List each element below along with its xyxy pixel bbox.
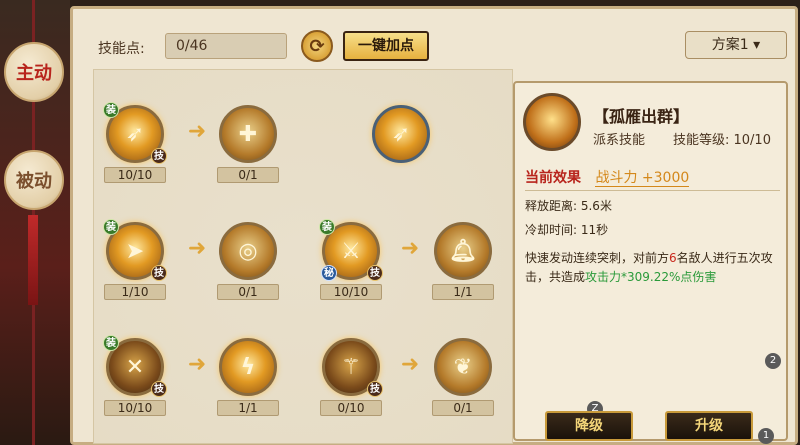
upgrade-button[interactable]: 升级	[665, 411, 753, 441]
skill-description: 快速发动连续突刺，对前方6名敌人进行五次攻击，共造成攻击力*309.22%点伤害	[525, 249, 783, 287]
arrow-right-icon: ➜	[187, 236, 207, 261]
skill-badge: 技	[151, 381, 167, 397]
auto-add-button[interactable]: 一键加点	[343, 31, 429, 61]
skill-detail-panel: 【孤雁出群】 派系技能 技能等级: 10/10 当前效果 战斗力 +3000 释…	[513, 81, 788, 444]
secret-badge: 秘	[321, 265, 337, 281]
desc-text: 快速发动连续突刺，对前方	[525, 251, 670, 265]
spear-icon: ➶	[391, 121, 411, 147]
scheme-select[interactable]: 方案1 ▾	[685, 31, 787, 59]
skill-level: 0/1	[217, 167, 279, 183]
skill-orb-icon[interactable]: ⚚ 技	[322, 338, 383, 397]
skill-orb-icon[interactable]: ✚	[219, 105, 277, 163]
skill-node[interactable]: ◎ 0/1	[217, 222, 279, 300]
equip-badge: 装	[103, 219, 119, 235]
skill-type: 派系技能	[593, 133, 646, 148]
reset-icon[interactable]: ⟳	[301, 30, 333, 62]
selected-skill-icon	[523, 93, 581, 151]
skill-node[interactable]: ✕ 装 技 10/10	[103, 335, 167, 416]
skill-cooldown: 冷却时间: 11秒	[525, 223, 609, 237]
skill-level: 1/1	[217, 400, 279, 416]
skill-orb-icon[interactable]: ⚔ 装 秘 技	[319, 219, 383, 281]
skill-level: 0/1	[432, 400, 494, 416]
skill-node[interactable]: ➶	[372, 105, 432, 163]
skill-level: 10/10	[320, 284, 382, 300]
skill-orb-icon[interactable]: ❦	[434, 338, 492, 396]
skill-points-label: 技能点:	[98, 41, 145, 57]
tassel-decoration	[28, 215, 38, 305]
skill-orb-icon[interactable]: ◎	[219, 222, 277, 280]
hint-badge: 2	[765, 353, 781, 369]
skill-orb-icon[interactable]: ➤ 装 技	[103, 219, 167, 281]
skill-orb-icon[interactable]: ϟ	[219, 338, 277, 396]
skill-badge: 技	[151, 148, 167, 164]
phoenix-icon: ❦	[453, 354, 473, 380]
skill-node[interactable]: ϟ 1/1	[217, 338, 279, 416]
skill-level: 0/1	[217, 284, 279, 300]
arrow-right-icon: ➜	[400, 236, 420, 261]
skill-range: 释放距离: 5.6米	[525, 199, 612, 213]
skill-title: 【孤雁出群】	[593, 107, 690, 126]
equip-badge: 装	[319, 219, 335, 235]
skill-node[interactable]: ⚔ 装 秘 技 10/10	[319, 219, 383, 300]
skill-panel: 技能点: 0/46 ⟳ 一键加点 方案1 ▾ ➶ 装 技 10/10 ➜ ✚ 0…	[70, 6, 798, 445]
plus-icon: ✚	[238, 121, 258, 147]
skill-orb-icon[interactable]: ➶	[372, 105, 430, 163]
skill-node[interactable]: ⚚ 技 0/10	[320, 338, 383, 416]
skill-orb-icon[interactable]: ✕ 装 技	[103, 335, 167, 397]
bell-icon: 🔔︎	[449, 238, 477, 264]
skill-level: 10/10	[104, 167, 166, 183]
equip-badge: 装	[103, 102, 119, 118]
skill-level: 1/1	[432, 284, 494, 300]
skill-node[interactable]: ➤ 装 技 1/10	[103, 219, 167, 300]
skill-orb-icon[interactable]: 🔔︎	[434, 222, 492, 280]
orb-icon: ◎	[238, 238, 258, 264]
skill-level: 1/10	[104, 284, 166, 300]
skill-level: 10/10	[104, 400, 166, 416]
skill-tree: ➶ 装 技 10/10 ➜ ✚ 0/1 ➶ ➤ 装 技 1/10 ➜ ◎ 0/1…	[93, 69, 513, 444]
skill-level-label: 技能等级: 10/10	[673, 133, 771, 148]
desc-enemy-count: 6	[669, 251, 677, 265]
skill-node[interactable]: ❦ 0/1	[432, 338, 494, 416]
skill-orb-icon[interactable]: ➶ 装 技	[103, 102, 167, 164]
equip-badge: 装	[103, 335, 119, 351]
lightning-icon: ϟ	[240, 354, 256, 380]
tab-active-skills[interactable]: 主动	[4, 42, 64, 102]
downgrade-button[interactable]: 降级	[545, 411, 633, 441]
skill-badge: 技	[151, 265, 167, 281]
top-bar: 技能点: 0/46 ⟳ 一键加点 方案1 ▾	[73, 9, 795, 69]
effect-value: 战斗力 +3000	[595, 170, 690, 187]
current-effect: 当前效果 战斗力 +3000	[525, 167, 780, 191]
desc-damage: 攻击力*309.22%点伤害	[585, 270, 717, 284]
arrow-right-icon: ➜	[187, 352, 207, 377]
arrow-right-icon: ➜	[187, 119, 207, 144]
skill-level: 0/10	[320, 400, 382, 416]
skill-badge: 技	[367, 381, 383, 397]
skill-badge: 技	[367, 265, 383, 281]
hint-badge: 1	[758, 428, 774, 444]
skill-node[interactable]: ✚ 0/1	[217, 105, 279, 183]
effect-label: 当前效果	[525, 170, 581, 186]
skill-points-value: 0/46	[165, 33, 287, 59]
arrow-right-icon: ➜	[400, 352, 420, 377]
tab-passive-skills[interactable]: 被动	[4, 150, 64, 210]
skill-node[interactable]: ➶ 装 技 10/10	[103, 102, 167, 183]
skill-node[interactable]: 🔔︎ 1/1	[432, 222, 494, 300]
